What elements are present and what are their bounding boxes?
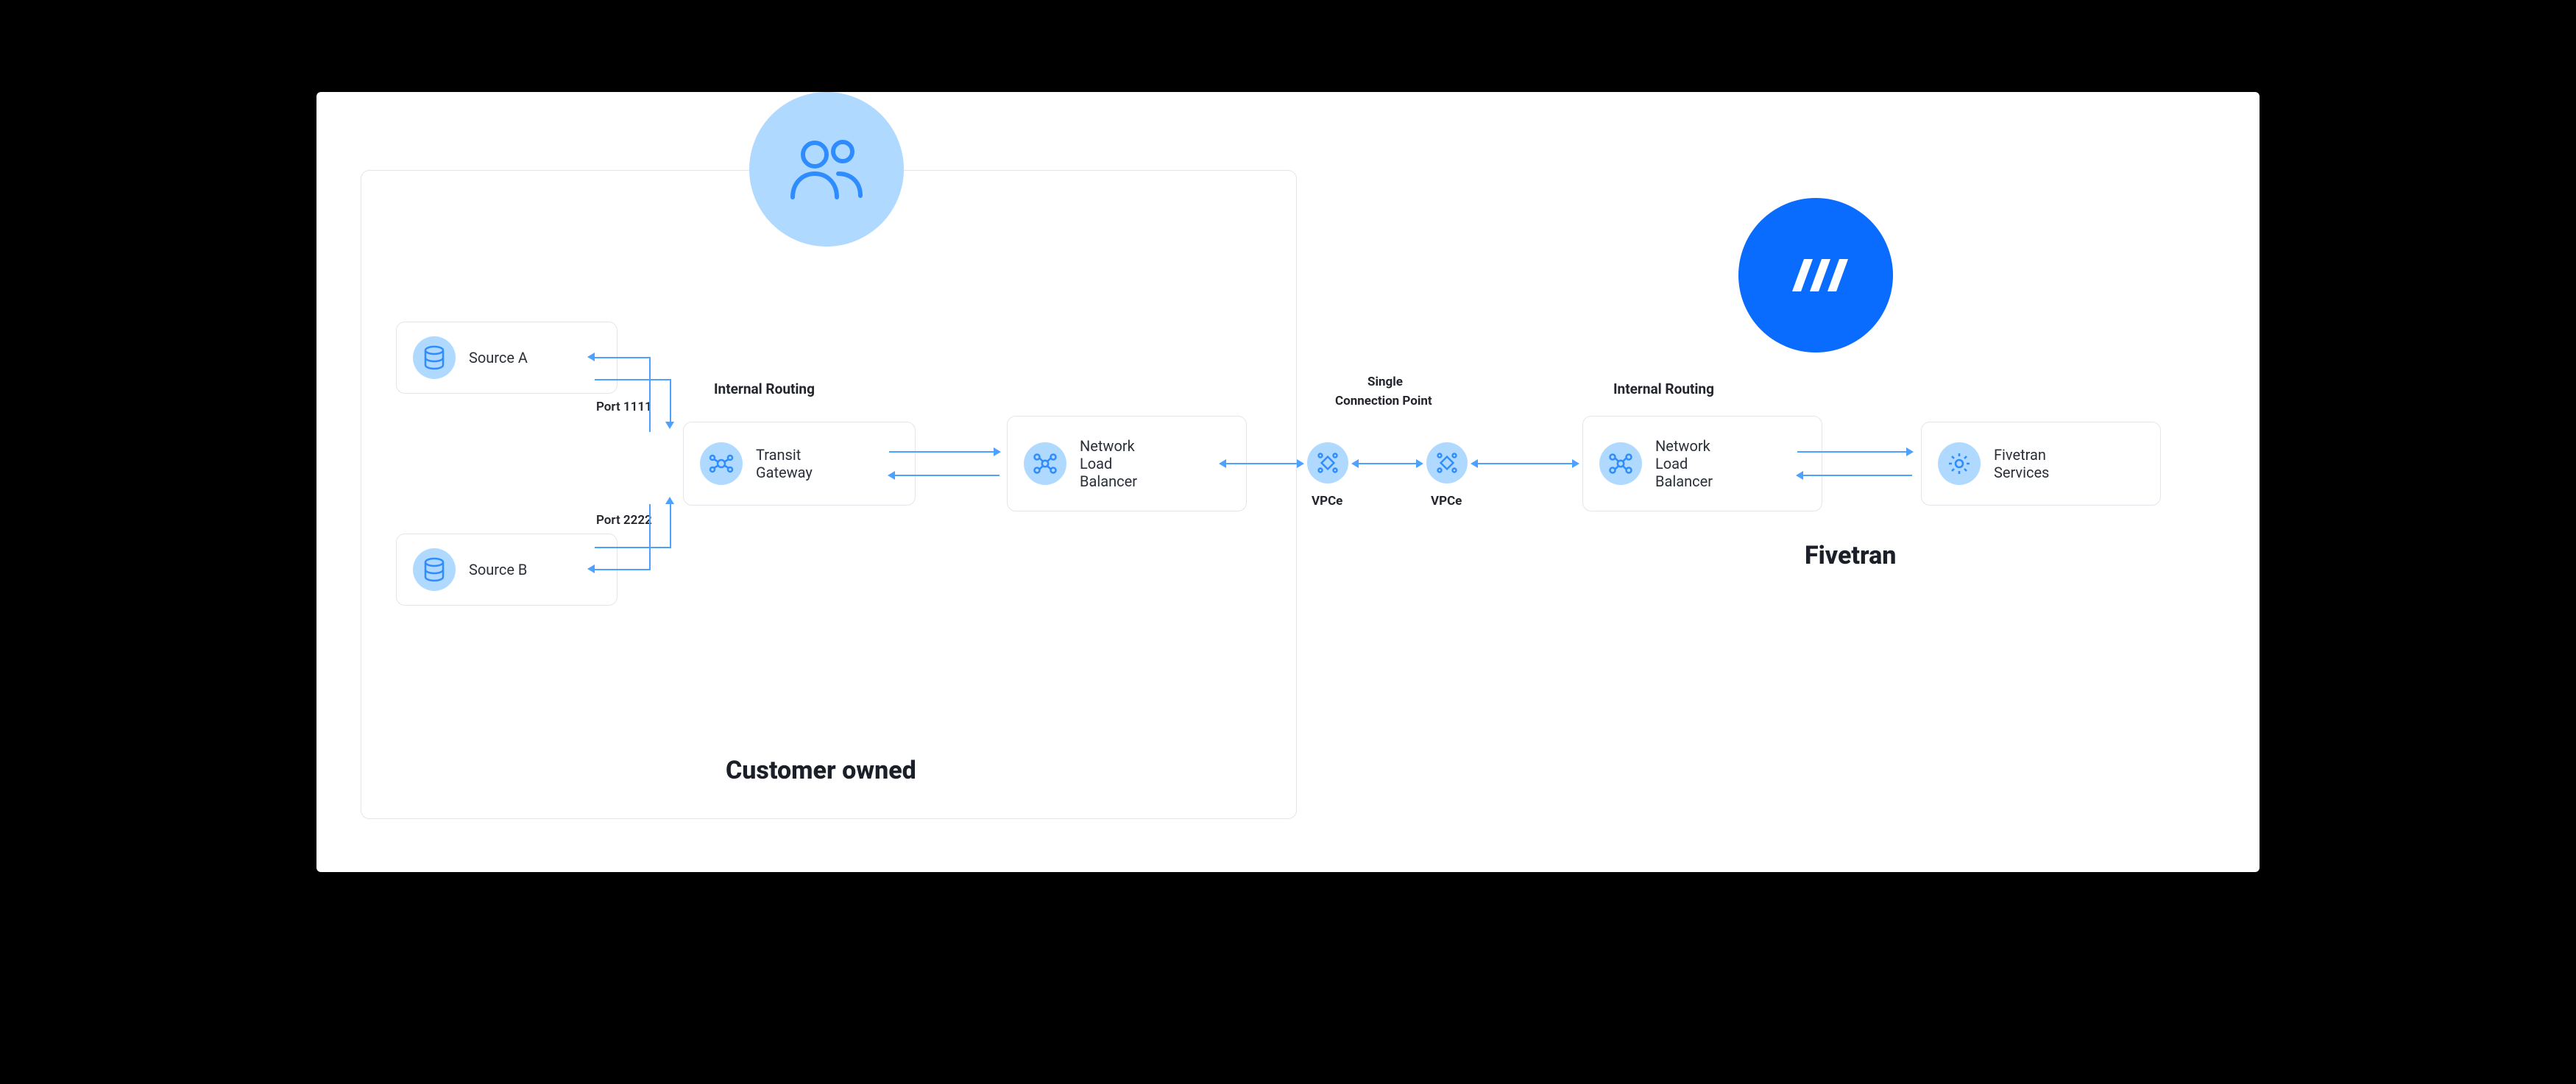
database-icon — [413, 548, 456, 591]
fivetran-title: Fivetran — [1805, 541, 1896, 570]
load-balancer-icon — [1024, 442, 1066, 485]
single-connection-line2: Connection Point — [1335, 394, 1432, 408]
customer-internal-routing-label: Internal Routing — [714, 380, 815, 397]
fivetran-nlb-card: Network Load Balancer — [1582, 416, 1822, 511]
source-a-card: Source A — [396, 322, 618, 394]
fivetran-nlb-label: Network Load Balancer — [1655, 437, 1713, 490]
gear-icon — [1938, 442, 1981, 485]
source-a-label: Source A — [469, 349, 528, 366]
connector — [889, 475, 999, 476]
customer-title: Customer owned — [726, 756, 916, 785]
source-b-label: Source B — [469, 561, 527, 578]
customer-nlb-card: Network Load Balancer — [1007, 416, 1247, 511]
arrowhead-icon — [665, 497, 674, 504]
connector — [889, 451, 999, 453]
transit-gateway-card: Transit Gateway — [683, 422, 916, 506]
vpce-left-label: VPCe — [1312, 494, 1342, 509]
connector — [1797, 451, 1912, 453]
connector — [1353, 463, 1422, 464]
fivetran-logo-icon — [1738, 198, 1893, 353]
customers-icon — [749, 92, 904, 247]
customer-nlb-label: Network Load Balancer — [1080, 437, 1137, 490]
connector — [1472, 463, 1578, 464]
connector — [1220, 463, 1303, 464]
connector — [595, 379, 671, 380]
port-1111-label: Port 1111 — [596, 400, 652, 414]
connector — [595, 357, 651, 358]
database-icon — [413, 336, 456, 379]
port-2222-label: Port 2222 — [596, 513, 652, 528]
connector — [649, 504, 651, 570]
vpce-right-icon — [1426, 442, 1468, 483]
connector — [670, 503, 671, 548]
arrowhead-icon — [587, 353, 595, 361]
connector — [595, 547, 671, 548]
transit-gateway-label: Transit Gateway — [756, 446, 813, 481]
arrowhead-icon — [587, 564, 595, 573]
source-b-card: Source B — [396, 534, 618, 606]
single-connection-line1: Single — [1367, 375, 1403, 389]
fivetran-services-card: Fivetran Services — [1921, 422, 2161, 506]
load-balancer-icon — [1599, 442, 1642, 485]
connector — [649, 357, 651, 432]
fivetran-services-label: Fivetran Services — [1994, 446, 2049, 481]
connector — [670, 379, 671, 423]
diagram-canvas: Source A Source B Transit Gateway Networ… — [316, 92, 2260, 872]
fivetran-internal-routing-label: Internal Routing — [1613, 380, 1714, 397]
transit-gateway-icon — [700, 442, 743, 485]
connector — [1797, 475, 1912, 476]
arrowhead-icon — [665, 422, 674, 429]
connector — [595, 569, 651, 570]
vpce-left-icon — [1307, 442, 1348, 483]
vpce-right-label: VPCe — [1431, 494, 1462, 509]
